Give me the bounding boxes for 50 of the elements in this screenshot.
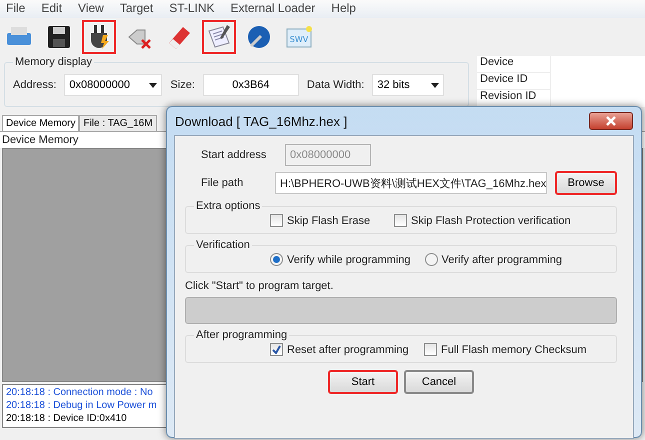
dialog-title: Download [ TAG_16Mhz.hex ] bbox=[175, 114, 348, 128]
group-title: After programming bbox=[195, 329, 288, 341]
checkbox-box[interactable] bbox=[270, 343, 283, 356]
menu-item[interactable]: ST-LINK bbox=[169, 1, 215, 17]
file-path-field[interactable]: H:\BPHERO-UWB资料\测试HEX文件\TAG_16Mhz.hex bbox=[275, 172, 547, 194]
table-cell: Device bbox=[477, 56, 551, 73]
browse-button[interactable]: Browse bbox=[555, 171, 617, 195]
menu-item[interactable]: Help bbox=[331, 1, 356, 17]
radio-circle[interactable] bbox=[424, 253, 438, 266]
data-width-label: Data Width: bbox=[306, 79, 364, 91]
table-cell: Device ID bbox=[477, 73, 551, 90]
radio-button[interactable]: Verify while programming bbox=[270, 253, 410, 266]
menu-item[interactable]: View bbox=[78, 1, 104, 17]
log-line: 20:18:18 : Device ID:0x410 bbox=[6, 412, 128, 425]
tab[interactable]: Device Memory bbox=[2, 115, 80, 131]
address-dropdown[interactable]: 0x08000000 bbox=[64, 74, 162, 96]
toolbar-button[interactable] bbox=[82, 20, 116, 54]
menu-item[interactable]: File bbox=[6, 1, 26, 17]
menu-item[interactable]: Edit bbox=[41, 1, 62, 17]
cancel-button[interactable]: Cancel bbox=[404, 370, 474, 394]
log-line: 20:18:18 : Debug in Low Power m bbox=[6, 399, 158, 412]
checkbox-box[interactable] bbox=[424, 343, 437, 356]
group-title: Memory display bbox=[14, 56, 94, 68]
checkbox-box[interactable] bbox=[270, 214, 283, 227]
menu-item[interactable]: External Loader bbox=[230, 1, 316, 17]
address-label: Address: bbox=[13, 79, 56, 91]
tab[interactable]: File : TAG_16M bbox=[79, 115, 157, 131]
group-title: Verification bbox=[195, 239, 251, 251]
dropdown-arrow-icon bbox=[149, 82, 158, 88]
size-label: Size: bbox=[170, 79, 195, 91]
data-width-dropdown[interactable]: 32 bits bbox=[372, 74, 444, 96]
checkbox[interactable]: Skip Flash Erase bbox=[270, 214, 380, 227]
menu-item[interactable]: Target bbox=[120, 1, 154, 17]
start-button[interactable]: Start bbox=[328, 370, 398, 394]
radio-button[interactable]: Verify after programming bbox=[424, 253, 574, 266]
checkbox-box[interactable] bbox=[394, 214, 407, 227]
size-field[interactable]: 0x3B64 bbox=[202, 74, 299, 96]
close-button[interactable] bbox=[589, 112, 633, 130]
instruction-text: Click "Start" to program target. bbox=[185, 280, 334, 292]
radio-circle[interactable] bbox=[270, 253, 283, 266]
checkbox[interactable]: Skip Flash Protection verification bbox=[394, 214, 571, 227]
checkbox[interactable]: Reset after programming bbox=[270, 343, 410, 356]
close-icon bbox=[606, 116, 616, 126]
file-path-label: File path bbox=[200, 177, 244, 189]
log-line: 20:18:18 : Connection mode : No bbox=[6, 386, 154, 399]
toolbar-button[interactable] bbox=[202, 20, 236, 54]
checkbox[interactable]: Full Flash memory Checksum bbox=[424, 343, 586, 356]
start-address-label: Start address bbox=[200, 149, 268, 161]
dropdown-arrow-icon bbox=[431, 82, 440, 88]
group-title: Extra options bbox=[195, 200, 262, 212]
